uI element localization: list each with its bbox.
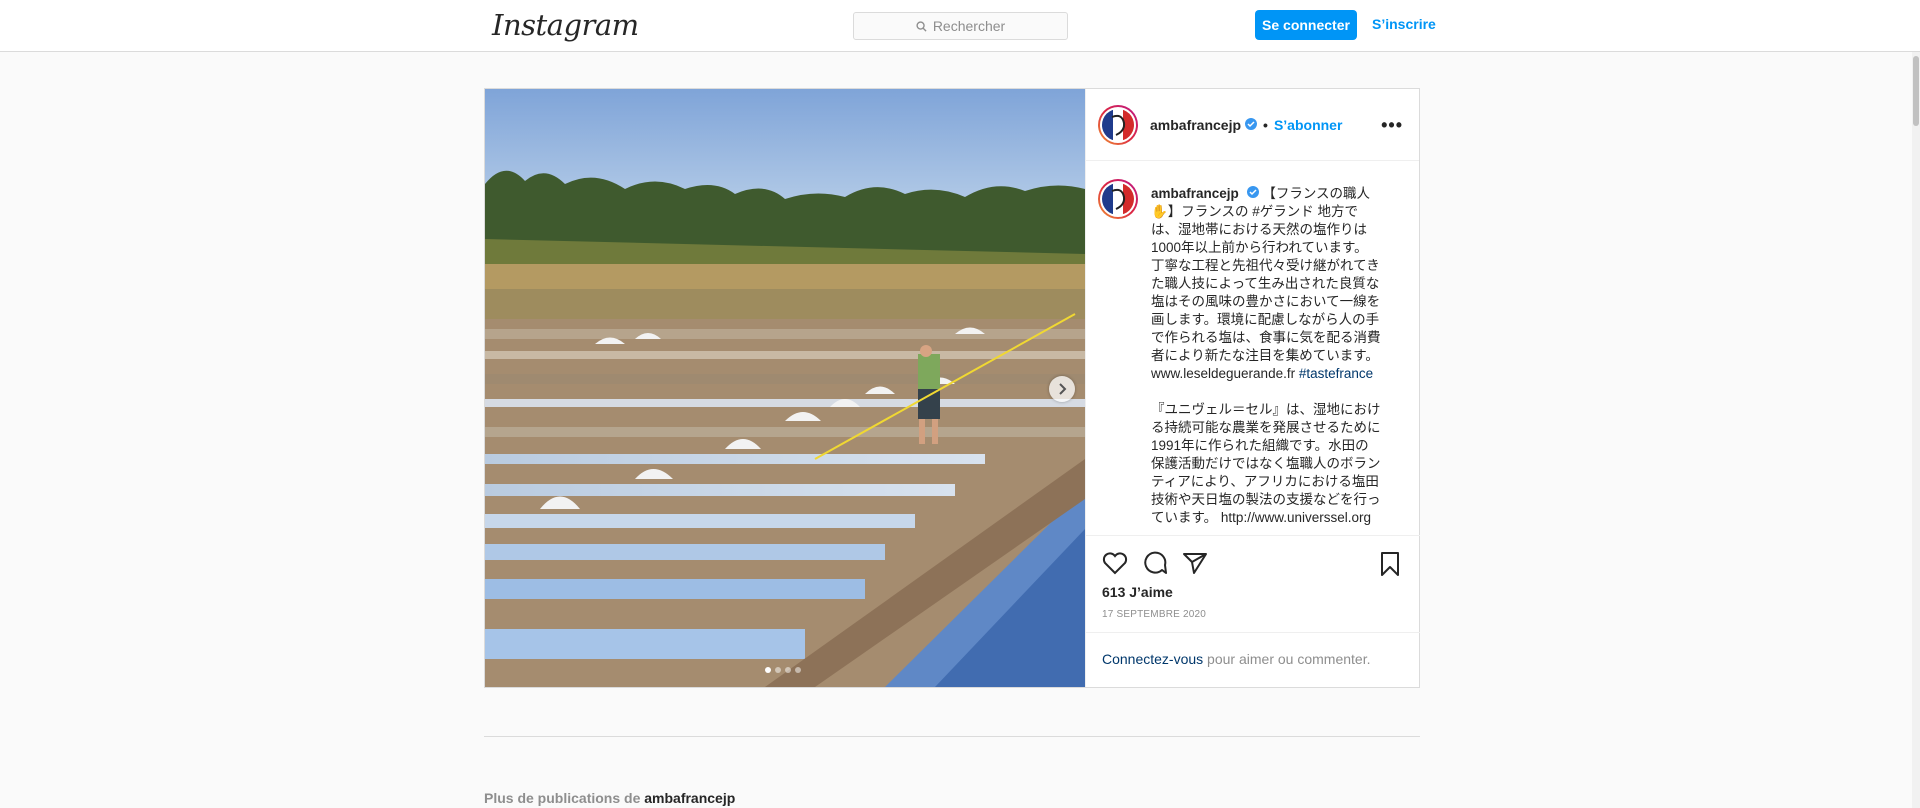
- verified-badge-icon: [1246, 185, 1259, 203]
- search-icon: [916, 20, 927, 32]
- likes-count[interactable]: 613 J’aime: [1102, 584, 1173, 600]
- caption-line: で作られる塩は、食事に気を配る消費: [1151, 330, 1381, 345]
- carousel-dot: [775, 667, 781, 673]
- more-options-icon[interactable]: •••: [1381, 115, 1403, 136]
- caption-area[interactable]: ambafrancejp 【フランスの職人 ✋】フランスの #ゲランド 地方で …: [1086, 161, 1420, 536]
- caption-line: ✋】フランスの #ゲランド 地方で: [1151, 204, 1359, 219]
- post-date: 17 SEPTEMBRE 2020: [1102, 609, 1207, 620]
- caption-line: 【フランスの職人: [1262, 186, 1371, 201]
- scrollbar-thumb[interactable]: [1913, 56, 1919, 126]
- login-link[interactable]: Connectez-vous: [1102, 651, 1203, 667]
- more-posts-prefix: Plus de publications de: [484, 790, 645, 806]
- avatar[interactable]: [1098, 105, 1138, 145]
- caption-line: ています。: [1151, 510, 1218, 525]
- marianne-logo-icon: [1102, 183, 1134, 215]
- post-author: ambafrancejp • S’abonner: [1150, 117, 1342, 133]
- caption-line: た職人技によって生み出された良質な: [1151, 276, 1380, 291]
- post-card: ambafrancejp • S’abonner ••• ambafrancej…: [484, 88, 1420, 688]
- instagram-logo[interactable]: Instagram: [492, 8, 639, 42]
- login-prompt-text: pour aimer ou commenter.: [1203, 651, 1371, 667]
- carousel-dot: [785, 667, 791, 673]
- caption-external-link[interactable]: http://www.universsel.org: [1221, 510, 1371, 525]
- carousel-dot: [795, 667, 801, 673]
- signup-link[interactable]: S’inscrire: [1372, 16, 1436, 32]
- verified-badge-icon: [1245, 117, 1258, 133]
- top-navigation-bar: Instagram Rechercher Se connecter S’insc…: [0, 0, 1920, 52]
- caption-line: 1991年に作られた組織です。水田の: [1151, 438, 1369, 453]
- caption-line: 1000年以上前から行われています。: [1151, 240, 1368, 255]
- hashtag-link[interactable]: #tastefrance: [1299, 366, 1373, 381]
- caption-avatar[interactable]: [1098, 179, 1138, 219]
- post-sidebar: ambafrancejp • S’abonner ••• ambafrancej…: [1085, 89, 1420, 688]
- bookmark-icon[interactable]: [1378, 551, 1402, 577]
- follow-button[interactable]: S’abonner: [1274, 117, 1342, 133]
- heart-icon[interactable]: [1102, 551, 1128, 575]
- carousel-indicator: [765, 667, 801, 673]
- caption-paragraph: 『ユニヴェル＝セル』は、湿地におけ る持続可能な農業を発展させるために 1991…: [1151, 401, 1391, 527]
- caption-line: 画します。環境に配慮しながら人の手: [1151, 312, 1380, 327]
- chevron-right-icon: [1059, 383, 1067, 395]
- separator-dot: •: [1263, 117, 1268, 133]
- caption-line: 者により新たな注目を集めています。: [1151, 348, 1379, 363]
- section-divider: [484, 736, 1420, 737]
- more-posts-username[interactable]: ambafrancejp: [644, 790, 735, 806]
- carousel-dot: [765, 667, 771, 673]
- caption-username[interactable]: ambafrancejp: [1151, 186, 1239, 201]
- scrollbar-track[interactable]: [1912, 52, 1920, 808]
- search-input[interactable]: Rechercher: [853, 12, 1068, 40]
- caption-line: ティアにより、アフリカにおける塩田: [1151, 474, 1379, 489]
- comment-icon[interactable]: [1142, 551, 1168, 575]
- next-photo-button[interactable]: [1049, 376, 1075, 402]
- post-caption: ambafrancejp 【フランスの職人 ✋】フランスの #ゲランド 地方で …: [1151, 185, 1391, 527]
- salt-marsh-photo: [485, 89, 1085, 687]
- login-prompt: Connectez-vous pour aimer ou commenter.: [1086, 632, 1420, 688]
- caption-line: 『ユニヴェル＝セル』は、湿地におけ: [1151, 402, 1381, 417]
- more-posts-heading: Plus de publications de ambafrancejp: [484, 790, 735, 806]
- search-placeholder: Rechercher: [932, 18, 1006, 34]
- post-photo-salt-marsh[interactable]: [485, 89, 1085, 687]
- caption-website-link[interactable]: www.leseldeguerande.fr: [1151, 366, 1295, 381]
- caption-line: は、湿地帯における天然の塩作りは: [1151, 222, 1367, 237]
- caption-line: 塩はその風味の豊かさにおいて一線を: [1151, 294, 1381, 309]
- caption-line: 丁寧な工程と先祖代々受け継がれてき: [1151, 258, 1380, 273]
- login-button[interactable]: Se connecter: [1255, 10, 1357, 40]
- username-link[interactable]: ambafrancejp: [1150, 117, 1241, 133]
- post-header: ambafrancejp • S’abonner •••: [1086, 89, 1419, 161]
- post-actions: [1102, 551, 1404, 581]
- marianne-logo-icon: [1102, 109, 1134, 141]
- caption-line: る持続可能な農業を発展させるために: [1151, 420, 1381, 435]
- caption-line: 保護活動だけではなく塩職人のボラン: [1151, 456, 1381, 471]
- share-icon[interactable]: [1182, 551, 1208, 575]
- caption-line: 技術や天日塩の製法の支援などを行っ: [1151, 492, 1381, 507]
